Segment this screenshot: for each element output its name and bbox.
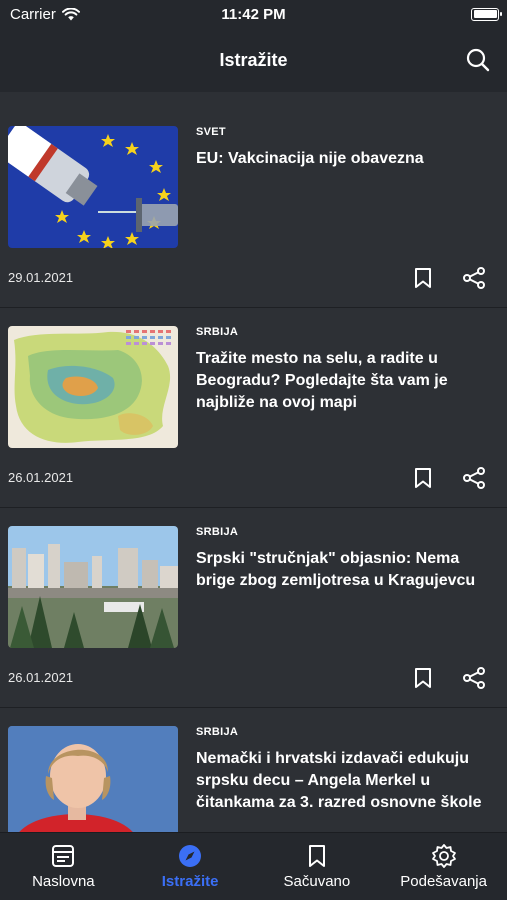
article-category: SRBIJA [196,726,239,738]
article-card[interactable]: SVET EU: Vakcinacija nije obavezna 29.01… [0,108,507,308]
tab-label: Podešavanja [400,873,487,890]
article-card[interactable]: SRBIJA Tražite mesto na selu, a radite u… [0,308,507,508]
article-date: 29.01.2021 [8,270,74,285]
bookmark-icon [415,468,431,488]
nav-bar: Istražite [0,28,507,92]
article-title[interactable]: Srpski "stručnjak" objasnio: Nema brige … [196,548,487,592]
bookmark-icon [415,668,431,688]
share-icon [463,667,485,689]
article-card[interactable]: SRBIJA Srpski "stručnjak" objasnio: Nema… [0,508,507,708]
status-bar: Carrier 11:42 PM [0,0,507,28]
gear-icon [431,844,456,868]
tab-label: Naslovna [32,873,95,890]
carrier-label: Carrier [10,5,56,23]
bookmark-button[interactable] [410,465,436,491]
bookmark-button[interactable] [410,665,436,691]
bookmark-icon [308,845,325,867]
tab-naslovna[interactable]: Naslovna [0,833,127,900]
article-thumbnail-vaccine [8,126,178,248]
wifi-icon [61,7,80,20]
share-button[interactable] [461,265,487,291]
article-title[interactable]: Nemački i hrvatski izdavači edukuju srps… [196,748,487,814]
article-thumbnail-portrait [8,726,178,832]
compass-icon [179,845,202,867]
tab-label: Sačuvano [283,873,351,890]
share-button[interactable] [461,665,487,691]
tab-label: Istražite [161,873,219,890]
article-thumbnail-map [8,326,178,448]
article-category: SVET [196,126,226,138]
page-title: Istražite [219,49,288,70]
bookmark-button[interactable] [410,265,436,291]
tab-bar: Naslovna Istražite Sačuvano Podešavanja [0,832,507,900]
article-title[interactable]: Tražite mesto na selu, a radite u Beogra… [196,348,487,414]
article-feed[interactable]: SVET EU: Vakcinacija nije obavezna 29.01… [0,92,507,832]
article-category: SRBIJA [196,526,239,538]
article-date: 26.01.2021 [8,470,74,485]
article-card[interactable]: SRBIJA Nemački i hrvatski izdavači eduku… [0,708,507,832]
tab-istrazite[interactable]: Istražite [127,833,254,900]
battery-icon [471,7,502,21]
article-category: SRBIJA [196,326,239,338]
share-button[interactable] [461,465,487,491]
search-icon [466,48,490,72]
tab-podesavanja[interactable]: Podešavanja [380,833,507,900]
article-thumbnail-city [8,526,178,648]
article-date: 26.01.2021 [8,670,74,685]
article-title[interactable]: EU: Vakcinacija nije obavezna [196,148,487,170]
search-button[interactable] [465,47,491,73]
tab-sacuvano[interactable]: Sačuvano [254,833,381,900]
home-icon [52,845,75,867]
bookmark-icon [415,268,431,288]
share-icon [463,467,485,489]
share-icon [463,267,485,289]
